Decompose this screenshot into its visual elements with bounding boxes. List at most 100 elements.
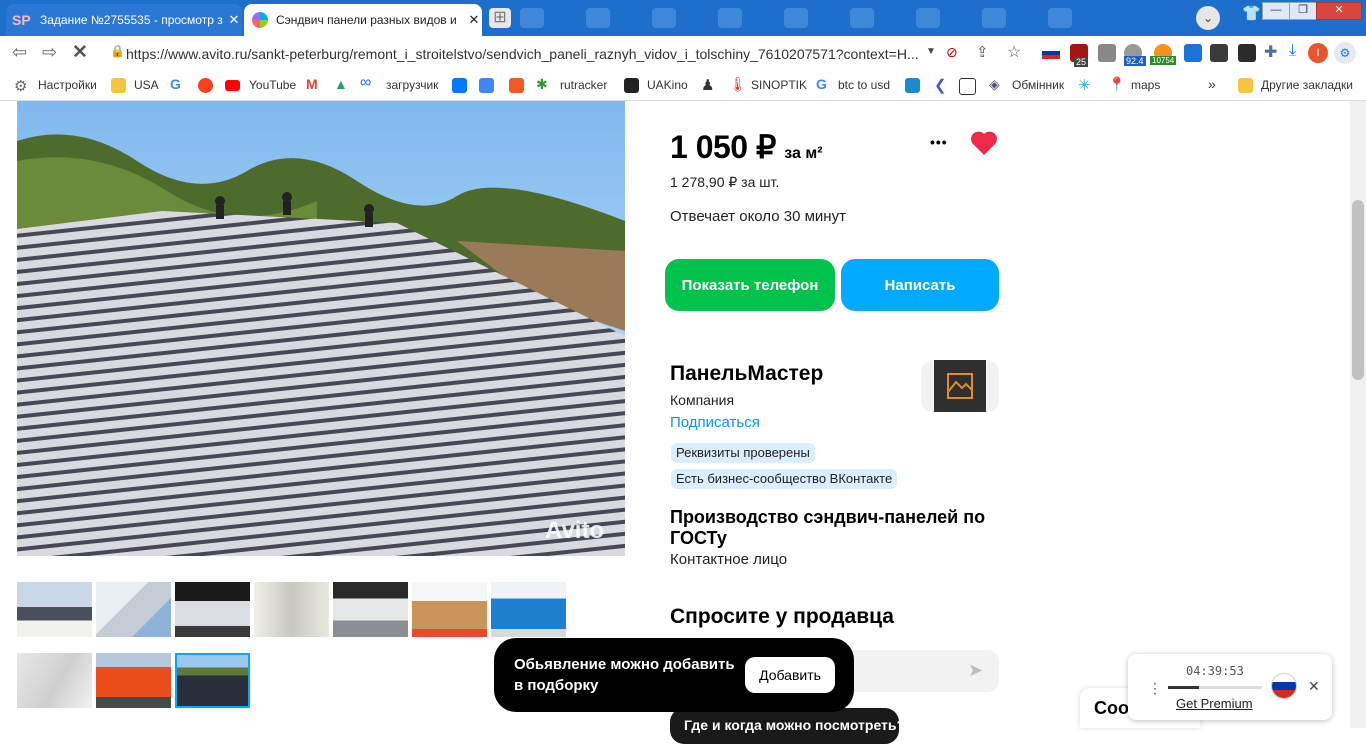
- send-icon[interactable]: ➤: [968, 660, 983, 681]
- bookmark-zagruzchik[interactable]: загрузчик: [386, 78, 438, 92]
- extension-badge: 10754: [1150, 56, 1177, 65]
- minimize-button[interactable]: —: [1262, 2, 1290, 20]
- bc-icon[interactable]: [959, 78, 976, 95]
- thumbnail-8[interactable]: [17, 653, 92, 708]
- thumbnail-5[interactable]: [333, 582, 408, 637]
- background-tab[interactable]: [982, 8, 1006, 28]
- background-tab[interactable]: [916, 8, 940, 28]
- player-time: 04:39:53: [1186, 664, 1244, 678]
- bookmark-uakino[interactable]: UAKino: [647, 78, 688, 92]
- close-tab-icon[interactable]: ✕: [466, 12, 482, 28]
- extension-badge: 92.4: [1124, 56, 1146, 66]
- scrollbar-track[interactable]: [1350, 101, 1366, 728]
- write-message-button[interactable]: Написать: [841, 259, 999, 311]
- player-menu-icon[interactable]: ⋮: [1148, 680, 1162, 697]
- thumbnail-1[interactable]: [17, 582, 92, 637]
- thumbnail-7[interactable]: [491, 582, 566, 637]
- address-bar[interactable]: https://www.avito.ru/sankt-peterburg/rem…: [104, 42, 962, 66]
- download-extension-icon[interactable]: [1184, 44, 1202, 62]
- player-progress-track[interactable]: [1168, 686, 1262, 689]
- sparkle-icon[interactable]: ✳: [1078, 76, 1091, 94]
- google-drive-icon[interactable]: ▲: [334, 76, 348, 92]
- question-chip[interactable]: Где и когда можно посмотреть?: [670, 708, 905, 744]
- background-tab[interactable]: [718, 8, 742, 28]
- p-icon[interactable]: [905, 78, 920, 93]
- seller-logo[interactable]: [934, 360, 986, 412]
- chevron-left-icon[interactable]: ❮: [934, 76, 947, 94]
- bookmarks-overflow-button[interactable]: »: [1208, 76, 1216, 92]
- bookmark-other[interactable]: Другие закладки: [1261, 78, 1353, 92]
- google-icon[interactable]: G: [170, 76, 181, 92]
- flag-ru-icon[interactable]: [1042, 47, 1060, 59]
- bookmark-sinoptik[interactable]: SINOPTIK: [751, 78, 807, 92]
- thumbnail-6[interactable]: [412, 582, 487, 637]
- thumbnail-3[interactable]: [175, 582, 250, 637]
- stop-loading-icon[interactable]: ✕: [72, 41, 88, 64]
- background-tab[interactable]: [850, 8, 874, 28]
- shirt-icon[interactable]: 👕: [1242, 4, 1261, 22]
- more-options-icon[interactable]: •••: [930, 134, 948, 150]
- get-premium-link[interactable]: Get Premium: [1176, 696, 1253, 711]
- thumbnail-9[interactable]: [96, 653, 171, 708]
- response-time: Отвечает около 30 минут: [670, 208, 846, 225]
- downloads-icon[interactable]: ⤓: [1289, 42, 1296, 60]
- flag-ru-round-icon[interactable]: [1272, 674, 1296, 698]
- subscribe-link[interactable]: Подписаться: [670, 414, 760, 431]
- favorite-heart-icon[interactable]: [970, 130, 998, 161]
- arrow-extension-icon[interactable]: [1210, 44, 1228, 62]
- folder-icon: [111, 78, 126, 93]
- f-icon[interactable]: [509, 78, 524, 93]
- scrollbar-thumb[interactable]: [1352, 200, 1364, 380]
- background-tab[interactable]: [652, 8, 676, 28]
- chess-icon[interactable]: ♟: [701, 76, 714, 94]
- close-window-button[interactable]: ✕: [1316, 2, 1362, 20]
- profile-avatar[interactable]: I: [1308, 43, 1328, 63]
- tab-zadanie[interactable]: SP Задание №2755535 - просмотр з ✕: [6, 4, 242, 36]
- bookmark-maps[interactable]: maps: [1131, 78, 1160, 92]
- contact-person: Контактное лицо: [670, 551, 788, 568]
- seller-type: Компания: [670, 392, 735, 408]
- seller-name[interactable]: ПанельМастер: [670, 362, 823, 386]
- question-chip-label: Где и когда можно посмотреть?: [684, 717, 906, 733]
- background-tab[interactable]: [520, 8, 544, 28]
- tab-search-button[interactable]: ⌄: [1196, 6, 1220, 30]
- chrome-menu-icon[interactable]: ⚙: [1334, 42, 1356, 64]
- extension-briefcase-icon[interactable]: [1098, 44, 1116, 62]
- thumbnail-4[interactable]: [254, 582, 329, 637]
- thumbnail-2[interactable]: [96, 582, 171, 637]
- new-tab-button[interactable]: ⊞: [489, 8, 511, 28]
- forward-icon[interactable]: ⇨: [42, 42, 57, 63]
- block-icon[interactable]: ⊘: [946, 44, 958, 61]
- add-to-collection-button[interactable]: Добавить: [745, 657, 835, 693]
- background-tab[interactable]: [586, 8, 610, 28]
- tab-favicon-avito: [252, 12, 268, 28]
- background-tab[interactable]: [784, 8, 808, 28]
- share-icon[interactable]: ⇪: [976, 43, 989, 61]
- close-player-icon[interactable]: ✕: [1308, 678, 1320, 695]
- show-phone-button[interactable]: Показать телефон: [665, 259, 835, 311]
- bookmark-obminnik[interactable]: Обмінник: [1012, 78, 1064, 92]
- exchange-icon: ◈: [989, 76, 1000, 92]
- yandex-icon[interactable]: [198, 78, 213, 93]
- close-tab-icon[interactable]: ✕: [226, 12, 242, 28]
- puzzle-icon[interactable]: ✚: [1264, 42, 1277, 62]
- back-icon[interactable]: ⇦: [12, 42, 27, 63]
- bookmark-settings[interactable]: Настройки: [38, 78, 97, 92]
- translate-icon[interactable]: [479, 78, 494, 93]
- main-photo[interactable]: Avito: [17, 101, 625, 556]
- url-dropdown-icon[interactable]: ▼: [926, 46, 936, 57]
- thumbnail-10-selected[interactable]: [175, 653, 250, 708]
- vk-icon[interactable]: [452, 78, 467, 93]
- bookmark-btc-to-usd[interactable]: btc to usd: [838, 78, 890, 92]
- restore-button[interactable]: ❐: [1289, 2, 1317, 20]
- bookmark-rutracker[interactable]: rutracker: [560, 78, 607, 92]
- background-tab[interactable]: [1048, 8, 1072, 28]
- terminal-icon[interactable]: [1238, 44, 1256, 62]
- tab-avito-sandwich[interactable]: Сэндвич панели разных видов и ✕: [244, 4, 482, 36]
- bookmark-star-icon[interactable]: ☆: [1007, 42, 1021, 62]
- bookmark-usa[interactable]: USA: [134, 78, 159, 92]
- gear-icon: ⚙: [14, 78, 28, 95]
- thermometer-icon: 🌡: [729, 76, 747, 92]
- gmail-icon[interactable]: M: [306, 76, 318, 92]
- bookmark-youtube[interactable]: YouTube: [249, 78, 296, 92]
